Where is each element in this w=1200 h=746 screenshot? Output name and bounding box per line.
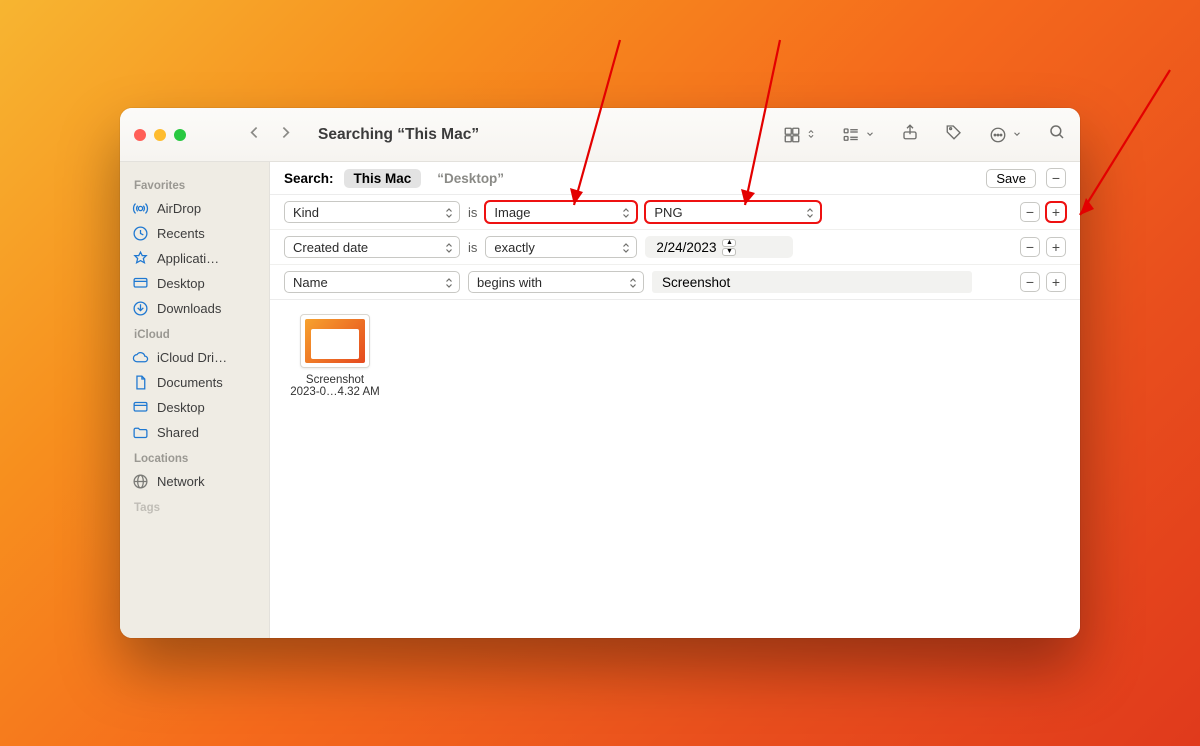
action-menu-button[interactable] [989,126,1022,144]
sidebar-item-label: Recents [157,226,205,241]
sidebar-item-label: Network [157,474,205,489]
sidebar-item-applications[interactable]: Applicati… [120,246,269,271]
sidebar-item-icloud-drive[interactable]: iCloud Dri… [120,345,269,370]
sidebar-item-network[interactable]: Network [120,469,269,494]
sidebar-item-documents[interactable]: Documents [120,370,269,395]
select-value: Name [293,275,328,290]
criteria-operator-label: is [468,240,477,255]
window-title: Searching “This Mac” [318,126,479,144]
add-criteria-button[interactable]: + [1046,272,1066,292]
sidebar-item-label: Desktop [157,276,205,291]
share-button[interactable] [901,123,919,146]
scope-desktop[interactable]: “Desktop” [431,169,510,188]
updown-icon [806,126,816,144]
search-button[interactable] [1048,123,1066,146]
file-thumbnail-icon [300,314,370,368]
tags-button[interactable] [945,123,963,146]
criteria-attribute-select[interactable]: Name [284,271,460,293]
titlebar: Searching “This Mac” [120,108,1080,162]
view-icons-button[interactable] [783,126,816,144]
select-value: exactly [494,240,534,255]
close-window-button[interactable] [134,129,146,141]
criteria-row: Kind is Image PNG − + [270,195,1080,230]
sidebar-item-recents[interactable]: Recents [120,221,269,246]
remove-criteria-button[interactable]: − [1020,272,1040,292]
save-search-button[interactable]: Save [986,169,1036,188]
minimize-window-button[interactable] [154,129,166,141]
sidebar-item-downloads[interactable]: Downloads [120,296,269,321]
remove-search-button[interactable]: − [1046,168,1066,188]
date-stepper[interactable]: ▲▼ [722,239,736,256]
result-file[interactable]: Screenshot 2023-0…4.32 AM [288,314,382,624]
sidebar: Favorites AirDrop Recents Applicati… Des… [120,162,270,638]
select-value: Image [494,205,530,220]
criteria-attribute-select[interactable]: Kind [284,201,460,223]
select-value: PNG [654,205,682,220]
updown-icon [443,275,455,291]
sidebar-section-locations: Locations [120,445,269,469]
updown-icon [620,205,632,221]
sidebar-item-label: Shared [157,425,199,440]
criteria-operator-label: is [468,205,477,220]
sidebar-item-airdrop[interactable]: AirDrop [120,196,269,221]
back-button[interactable] [246,124,263,146]
updown-icon [443,205,455,221]
sidebar-section-tags: Tags [120,494,269,518]
add-criteria-button[interactable]: + [1046,202,1066,222]
search-label: Search: [284,171,334,186]
criteria-row: Created date is exactly 2/24/2023 ▲▼ − + [270,230,1080,265]
sidebar-item-label: Desktop [157,400,205,415]
sidebar-item-label: Documents [157,375,223,390]
sidebar-section-icloud: iCloud [120,321,269,345]
finder-window: Searching “This Mac” Favorites AirDrop R… [120,108,1080,638]
criteria-subvalue-select[interactable]: PNG [645,201,821,223]
updown-icon [443,240,455,256]
chevron-down-icon [1012,126,1022,144]
sidebar-item-label: Downloads [157,301,221,316]
select-value: Created date [293,240,368,255]
search-criteria: Kind is Image PNG − + [270,195,1080,300]
scope-this-mac[interactable]: This Mac [344,169,422,188]
sidebar-item-desktop-icloud[interactable]: Desktop [120,395,269,420]
sidebar-item-label: iCloud Dri… [157,350,227,365]
criteria-operator-select[interactable]: begins with [468,271,644,293]
criteria-text-field[interactable] [652,271,972,293]
remove-criteria-button[interactable]: − [1020,202,1040,222]
sidebar-item-desktop[interactable]: Desktop [120,271,269,296]
zoom-window-button[interactable] [174,129,186,141]
results-area: Screenshot 2023-0…4.32 AM [270,300,1080,638]
main-area: Search: This Mac “Desktop” Save − Kind i… [270,162,1080,638]
updown-icon [627,275,639,291]
file-name-line2: 2023-0…4.32 AM [288,386,382,398]
criteria-attribute-select[interactable]: Created date [284,236,460,258]
sidebar-item-label: Applicati… [157,251,219,266]
sidebar-item-shared[interactable]: Shared [120,420,269,445]
sidebar-section-favorites: Favorites [120,172,269,196]
criteria-date-field[interactable]: 2/24/2023 ▲▼ [645,236,793,258]
criteria-value-select[interactable]: Image [485,201,637,223]
remove-criteria-button[interactable]: − [1020,237,1040,257]
search-scope-bar: Search: This Mac “Desktop” Save − [270,162,1080,195]
sidebar-item-label: AirDrop [157,201,201,216]
chevron-down-icon [865,126,875,144]
select-value: Kind [293,205,319,220]
criteria-value-select[interactable]: exactly [485,236,637,258]
traffic-lights [134,129,186,141]
updown-icon [804,205,816,221]
group-by-button[interactable] [842,126,875,144]
forward-button[interactable] [277,124,294,146]
select-value: begins with [477,275,542,290]
file-name-line1: Screenshot [288,374,382,386]
date-value: 2/24/2023 [656,240,716,255]
updown-icon [620,240,632,256]
criteria-row: Name begins with − + [270,265,1080,299]
add-criteria-button[interactable]: + [1046,237,1066,257]
